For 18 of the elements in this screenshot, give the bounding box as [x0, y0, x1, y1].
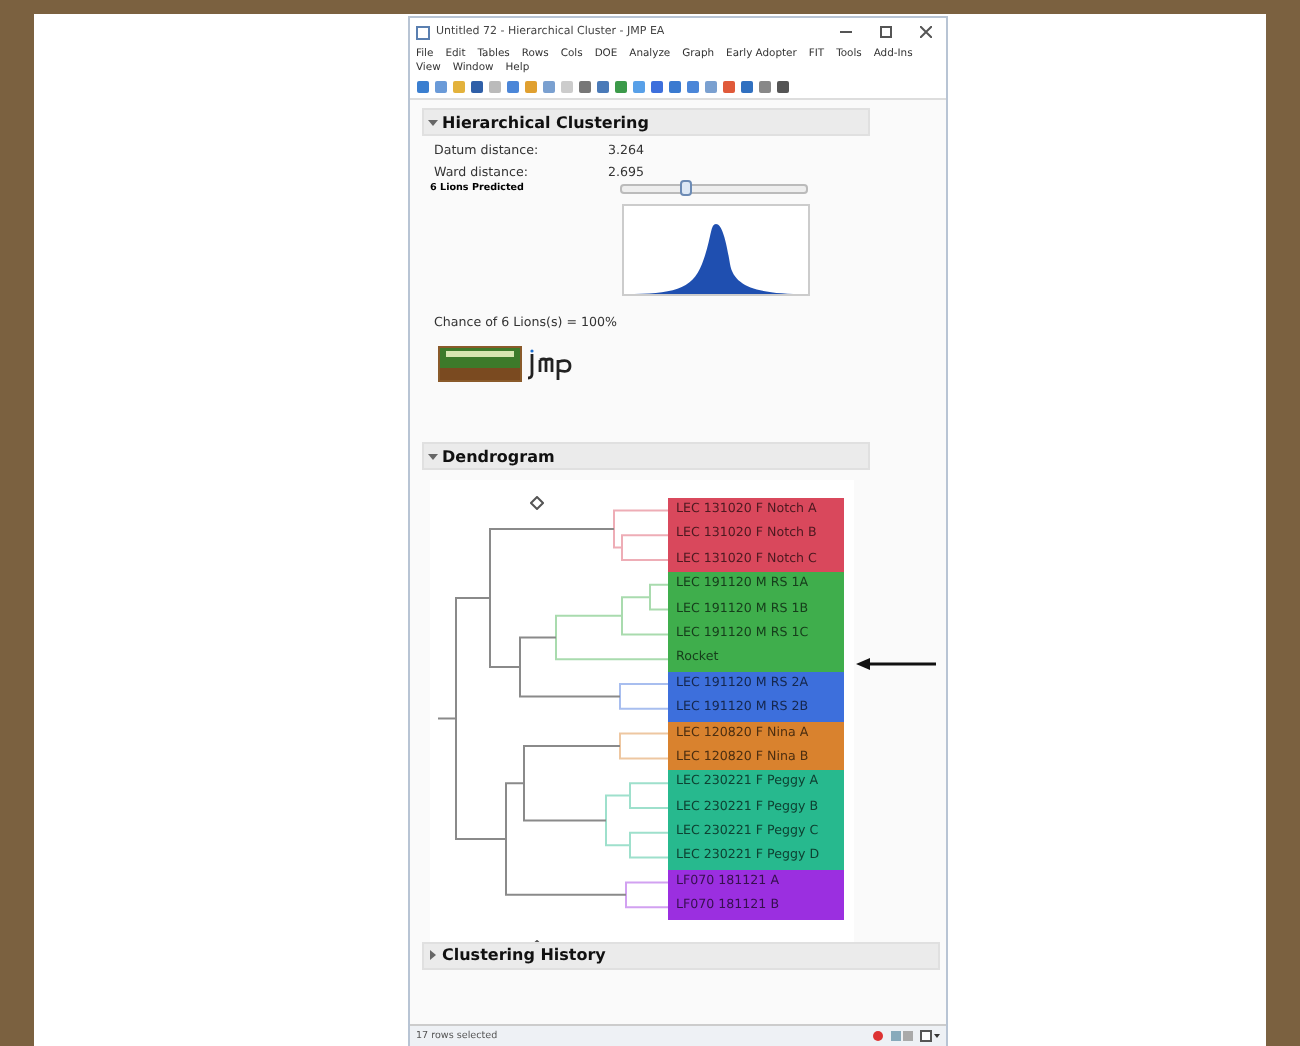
status-icon [890, 1030, 914, 1042]
section-header[interactable]: Clustering History [422, 941, 940, 970]
drag-handle-icon[interactable] [530, 496, 544, 510]
disclosure-icon[interactable] [428, 950, 438, 961]
slider-track[interactable] [620, 184, 808, 194]
status-icon [920, 1030, 940, 1042]
app-icon [416, 25, 430, 39]
slider-thumb[interactable] [680, 180, 693, 196]
disclosure-icon[interactable] [428, 451, 438, 461]
disclosure-icon[interactable] [428, 117, 438, 127]
logo-icon [438, 346, 522, 382]
maximize-icon[interactable] [880, 26, 892, 38]
section-header[interactable]: Hierarchical Clustering [422, 108, 870, 136]
status-icon [872, 1030, 884, 1042]
section-header[interactable]: Dendrogram [422, 442, 870, 470]
arrow-icon [856, 658, 936, 670]
close-icon[interactable] [920, 26, 932, 38]
minimize-icon[interactable] [840, 26, 852, 38]
